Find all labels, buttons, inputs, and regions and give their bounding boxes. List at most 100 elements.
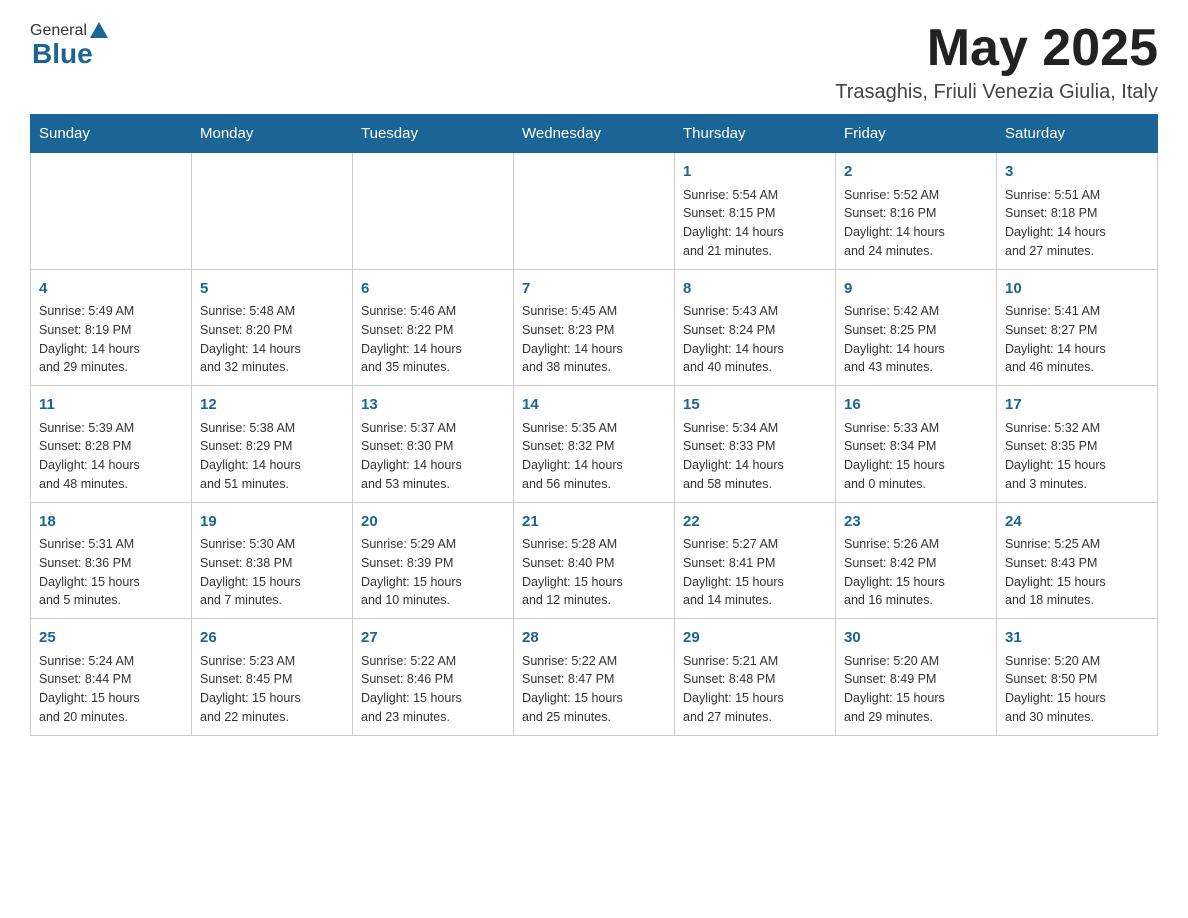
weekday-header-saturday: Saturday — [997, 115, 1158, 153]
calendar-week-row: 25Sunrise: 5:24 AM Sunset: 8:44 PM Dayli… — [31, 619, 1158, 736]
logo-blue-text: Blue — [32, 38, 93, 70]
calendar-cell: 10Sunrise: 5:41 AM Sunset: 8:27 PM Dayli… — [997, 269, 1158, 386]
calendar-cell: 12Sunrise: 5:38 AM Sunset: 8:29 PM Dayli… — [192, 386, 353, 503]
day-info: Sunrise: 5:46 AM Sunset: 8:22 PM Dayligh… — [361, 302, 505, 377]
day-info: Sunrise: 5:22 AM Sunset: 8:46 PM Dayligh… — [361, 652, 505, 727]
day-number: 3 — [1005, 161, 1149, 184]
day-info: Sunrise: 5:27 AM Sunset: 8:41 PM Dayligh… — [683, 535, 827, 610]
day-info: Sunrise: 5:39 AM Sunset: 8:28 PM Dayligh… — [39, 419, 183, 494]
day-number: 1 — [683, 161, 827, 184]
calendar-table: SundayMondayTuesdayWednesdayThursdayFrid… — [30, 114, 1158, 736]
day-number: 26 — [200, 627, 344, 650]
calendar-cell — [353, 153, 514, 270]
day-info: Sunrise: 5:38 AM Sunset: 8:29 PM Dayligh… — [200, 419, 344, 494]
location-text: Trasaghis, Friuli Venezia Giulia, Italy — [835, 81, 1158, 104]
day-info: Sunrise: 5:31 AM Sunset: 8:36 PM Dayligh… — [39, 535, 183, 610]
month-title: May 2025 — [835, 20, 1158, 77]
calendar-cell: 27Sunrise: 5:22 AM Sunset: 8:46 PM Dayli… — [353, 619, 514, 736]
day-info: Sunrise: 5:21 AM Sunset: 8:48 PM Dayligh… — [683, 652, 827, 727]
day-info: Sunrise: 5:35 AM Sunset: 8:32 PM Dayligh… — [522, 419, 666, 494]
weekday-header-row: SundayMondayTuesdayWednesdayThursdayFrid… — [31, 115, 1158, 153]
day-number: 9 — [844, 278, 988, 301]
day-number: 22 — [683, 511, 827, 534]
day-number: 7 — [522, 278, 666, 301]
day-number: 28 — [522, 627, 666, 650]
calendar-cell: 6Sunrise: 5:46 AM Sunset: 8:22 PM Daylig… — [353, 269, 514, 386]
calendar-cell: 5Sunrise: 5:48 AM Sunset: 8:20 PM Daylig… — [192, 269, 353, 386]
day-number: 24 — [1005, 511, 1149, 534]
calendar-cell: 19Sunrise: 5:30 AM Sunset: 8:38 PM Dayli… — [192, 502, 353, 619]
day-info: Sunrise: 5:52 AM Sunset: 8:16 PM Dayligh… — [844, 186, 988, 261]
weekday-header-wednesday: Wednesday — [514, 115, 675, 153]
day-info: Sunrise: 5:30 AM Sunset: 8:38 PM Dayligh… — [200, 535, 344, 610]
day-info: Sunrise: 5:20 AM Sunset: 8:49 PM Dayligh… — [844, 652, 988, 727]
day-info: Sunrise: 5:25 AM Sunset: 8:43 PM Dayligh… — [1005, 535, 1149, 610]
day-info: Sunrise: 5:49 AM Sunset: 8:19 PM Dayligh… — [39, 302, 183, 377]
day-number: 4 — [39, 278, 183, 301]
calendar-cell: 13Sunrise: 5:37 AM Sunset: 8:30 PM Dayli… — [353, 386, 514, 503]
day-number: 13 — [361, 394, 505, 417]
day-number: 12 — [200, 394, 344, 417]
calendar-cell: 1Sunrise: 5:54 AM Sunset: 8:15 PM Daylig… — [675, 153, 836, 270]
calendar-cell: 18Sunrise: 5:31 AM Sunset: 8:36 PM Dayli… — [31, 502, 192, 619]
day-number: 8 — [683, 278, 827, 301]
calendar-cell: 29Sunrise: 5:21 AM Sunset: 8:48 PM Dayli… — [675, 619, 836, 736]
day-info: Sunrise: 5:29 AM Sunset: 8:39 PM Dayligh… — [361, 535, 505, 610]
day-number: 23 — [844, 511, 988, 534]
day-number: 11 — [39, 394, 183, 417]
day-info: Sunrise: 5:20 AM Sunset: 8:50 PM Dayligh… — [1005, 652, 1149, 727]
day-number: 16 — [844, 394, 988, 417]
calendar-cell: 31Sunrise: 5:20 AM Sunset: 8:50 PM Dayli… — [997, 619, 1158, 736]
calendar-cell — [514, 153, 675, 270]
weekday-header-sunday: Sunday — [31, 115, 192, 153]
calendar-cell: 28Sunrise: 5:22 AM Sunset: 8:47 PM Dayli… — [514, 619, 675, 736]
calendar-cell: 11Sunrise: 5:39 AM Sunset: 8:28 PM Dayli… — [31, 386, 192, 503]
calendar-cell: 30Sunrise: 5:20 AM Sunset: 8:49 PM Dayli… — [836, 619, 997, 736]
day-number: 17 — [1005, 394, 1149, 417]
calendar-cell: 24Sunrise: 5:25 AM Sunset: 8:43 PM Dayli… — [997, 502, 1158, 619]
day-info: Sunrise: 5:43 AM Sunset: 8:24 PM Dayligh… — [683, 302, 827, 377]
calendar-cell: 9Sunrise: 5:42 AM Sunset: 8:25 PM Daylig… — [836, 269, 997, 386]
calendar-week-row: 4Sunrise: 5:49 AM Sunset: 8:19 PM Daylig… — [31, 269, 1158, 386]
day-number: 19 — [200, 511, 344, 534]
calendar-cell: 21Sunrise: 5:28 AM Sunset: 8:40 PM Dayli… — [514, 502, 675, 619]
day-info: Sunrise: 5:24 AM Sunset: 8:44 PM Dayligh… — [39, 652, 183, 727]
day-info: Sunrise: 5:23 AM Sunset: 8:45 PM Dayligh… — [200, 652, 344, 727]
day-number: 30 — [844, 627, 988, 650]
calendar-cell: 7Sunrise: 5:45 AM Sunset: 8:23 PM Daylig… — [514, 269, 675, 386]
calendar-cell: 25Sunrise: 5:24 AM Sunset: 8:44 PM Dayli… — [31, 619, 192, 736]
calendar-cell: 8Sunrise: 5:43 AM Sunset: 8:24 PM Daylig… — [675, 269, 836, 386]
calendar-week-row: 18Sunrise: 5:31 AM Sunset: 8:36 PM Dayli… — [31, 502, 1158, 619]
calendar-week-row: 11Sunrise: 5:39 AM Sunset: 8:28 PM Dayli… — [31, 386, 1158, 503]
calendar-cell — [192, 153, 353, 270]
day-number: 21 — [522, 511, 666, 534]
day-number: 25 — [39, 627, 183, 650]
calendar-cell: 16Sunrise: 5:33 AM Sunset: 8:34 PM Dayli… — [836, 386, 997, 503]
day-info: Sunrise: 5:41 AM Sunset: 8:27 PM Dayligh… — [1005, 302, 1149, 377]
day-number: 6 — [361, 278, 505, 301]
day-number: 18 — [39, 511, 183, 534]
calendar-cell: 26Sunrise: 5:23 AM Sunset: 8:45 PM Dayli… — [192, 619, 353, 736]
page-header: General Blue May 2025 Trasaghis, Friuli … — [30, 20, 1158, 104]
calendar-cell: 20Sunrise: 5:29 AM Sunset: 8:39 PM Dayli… — [353, 502, 514, 619]
calendar-cell — [31, 153, 192, 270]
weekday-header-tuesday: Tuesday — [353, 115, 514, 153]
calendar-cell: 4Sunrise: 5:49 AM Sunset: 8:19 PM Daylig… — [31, 269, 192, 386]
day-info: Sunrise: 5:54 AM Sunset: 8:15 PM Dayligh… — [683, 186, 827, 261]
calendar-cell: 2Sunrise: 5:52 AM Sunset: 8:16 PM Daylig… — [836, 153, 997, 270]
day-info: Sunrise: 5:37 AM Sunset: 8:30 PM Dayligh… — [361, 419, 505, 494]
calendar-cell: 17Sunrise: 5:32 AM Sunset: 8:35 PM Dayli… — [997, 386, 1158, 503]
title-block: May 2025 Trasaghis, Friuli Venezia Giuli… — [835, 20, 1158, 104]
day-number: 2 — [844, 161, 988, 184]
calendar-cell: 22Sunrise: 5:27 AM Sunset: 8:41 PM Dayli… — [675, 502, 836, 619]
day-info: Sunrise: 5:26 AM Sunset: 8:42 PM Dayligh… — [844, 535, 988, 610]
day-number: 14 — [522, 394, 666, 417]
calendar-week-row: 1Sunrise: 5:54 AM Sunset: 8:15 PM Daylig… — [31, 153, 1158, 270]
weekday-header-thursday: Thursday — [675, 115, 836, 153]
day-info: Sunrise: 5:34 AM Sunset: 8:33 PM Dayligh… — [683, 419, 827, 494]
day-info: Sunrise: 5:22 AM Sunset: 8:47 PM Dayligh… — [522, 652, 666, 727]
weekday-header-monday: Monday — [192, 115, 353, 153]
day-number: 15 — [683, 394, 827, 417]
calendar-cell: 15Sunrise: 5:34 AM Sunset: 8:33 PM Dayli… — [675, 386, 836, 503]
calendar-cell: 3Sunrise: 5:51 AM Sunset: 8:18 PM Daylig… — [997, 153, 1158, 270]
